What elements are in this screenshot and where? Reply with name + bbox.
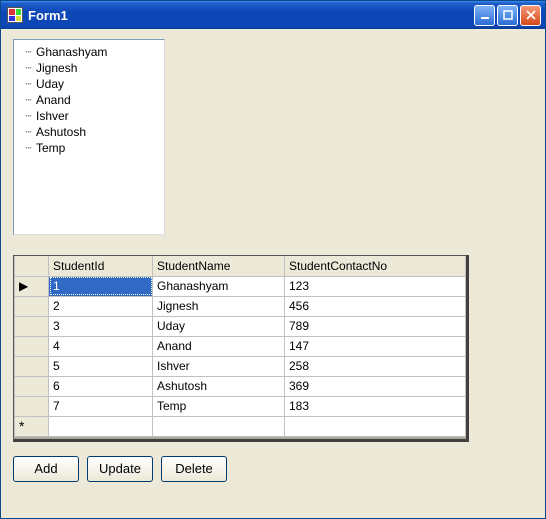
window-controls xyxy=(474,5,541,26)
cell-student-name[interactable]: Ishver xyxy=(153,356,285,376)
tree-item[interactable]: Ghanashyam xyxy=(16,44,162,60)
cell-contact[interactable]: 369 xyxy=(285,376,466,396)
cell-contact[interactable]: 147 xyxy=(285,336,466,356)
cell-contact[interactable]: 258 xyxy=(285,356,466,376)
data-grid[interactable]: StudentId StudentName StudentContactNo ▶… xyxy=(13,255,469,442)
minimize-button[interactable] xyxy=(474,5,495,26)
tree-node-icon xyxy=(20,63,36,74)
tree-item[interactable]: Uday xyxy=(16,76,162,92)
cell-contact[interactable]: 789 xyxy=(285,316,466,336)
delete-button[interactable]: Delete xyxy=(161,456,227,482)
cell-student-id[interactable]: 4 xyxy=(49,336,153,356)
client-area: GhanashyamJigneshUdayAnandIshverAshutosh… xyxy=(1,29,545,518)
tree-item[interactable]: Ishver xyxy=(16,108,162,124)
tree-node-icon xyxy=(20,127,36,138)
add-button[interactable]: Add xyxy=(13,456,79,482)
cell-student-name[interactable]: Ashutosh xyxy=(153,376,285,396)
tree-item-label: Temp xyxy=(36,141,65,155)
cell-student-id[interactable]: 1 xyxy=(49,276,153,296)
cell-student-id[interactable]: 3 xyxy=(49,316,153,336)
cell-student-id[interactable]: 6 xyxy=(49,376,153,396)
row-header[interactable] xyxy=(15,396,49,416)
cell-contact[interactable]: 123 xyxy=(285,276,466,296)
row-header[interactable] xyxy=(15,296,49,316)
tree-item[interactable]: Ashutosh xyxy=(16,124,162,140)
main-window: Form1 GhanashyamJigneshUdayAnandIshverAs… xyxy=(0,0,546,519)
row-header[interactable] xyxy=(15,336,49,356)
tree-node-icon xyxy=(20,47,36,58)
cell-contact[interactable]: 183 xyxy=(285,396,466,416)
table-row[interactable]: ▶1Ghanashyam123 xyxy=(15,276,466,296)
empty-cell[interactable] xyxy=(49,416,153,436)
tree-item-label: Uday xyxy=(36,77,64,91)
cell-student-name[interactable]: Anand xyxy=(153,336,285,356)
table-row[interactable]: 6Ashutosh369 xyxy=(15,376,466,396)
close-button[interactable] xyxy=(520,5,541,26)
new-row-indicator[interactable]: * xyxy=(15,416,49,436)
cell-student-name[interactable]: Temp xyxy=(153,396,285,416)
title-bar[interactable]: Form1 xyxy=(1,1,545,29)
button-row: Add Update Delete xyxy=(13,456,533,482)
empty-cell[interactable] xyxy=(285,416,466,436)
tree-item[interactable]: Anand xyxy=(16,92,162,108)
row-header[interactable] xyxy=(15,316,49,336)
tree-node-icon xyxy=(20,111,36,122)
tree-item-label: Ghanashyam xyxy=(36,45,107,59)
tree-item[interactable]: Temp xyxy=(16,140,162,156)
tree-item-label: Ashutosh xyxy=(36,125,86,139)
update-button[interactable]: Update xyxy=(87,456,153,482)
cell-student-name[interactable]: Jignesh xyxy=(153,296,285,316)
cell-student-name[interactable]: Uday xyxy=(153,316,285,336)
table-row[interactable]: 2Jignesh456 xyxy=(15,296,466,316)
column-header-contact[interactable]: StudentContactNo xyxy=(285,256,466,276)
grid-corner[interactable] xyxy=(15,256,49,276)
column-header-id[interactable]: StudentId xyxy=(49,256,153,276)
cell-student-id[interactable]: 5 xyxy=(49,356,153,376)
tree-item-label: Ishver xyxy=(36,109,69,123)
tree-item[interactable]: Jignesh xyxy=(16,60,162,76)
table-row[interactable]: 5Ishver258 xyxy=(15,356,466,376)
cell-student-id[interactable]: 7 xyxy=(49,396,153,416)
tree-view[interactable]: Ghanashyam Jignesh Uday Anand Ishver Ashutosh… xyxy=(13,39,165,235)
table-row[interactable]: 7Temp183 xyxy=(15,396,466,416)
cell-student-id[interactable]: 2 xyxy=(49,296,153,316)
cell-student-name[interactable]: Ghanashyam xyxy=(153,276,285,296)
tree-node-icon xyxy=(20,79,36,90)
table-row[interactable]: 3Uday789 xyxy=(15,316,466,336)
tree-node-icon xyxy=(20,143,36,154)
row-header[interactable]: ▶ xyxy=(15,276,49,296)
row-header[interactable] xyxy=(15,376,49,396)
table-row[interactable]: 4Anand147 xyxy=(15,336,466,356)
tree-node-icon xyxy=(20,95,36,106)
new-row[interactable]: * xyxy=(15,416,466,436)
column-header-name[interactable]: StudentName xyxy=(153,256,285,276)
empty-cell[interactable] xyxy=(153,416,285,436)
cell-contact[interactable]: 456 xyxy=(285,296,466,316)
row-header[interactable] xyxy=(15,356,49,376)
app-icon xyxy=(7,7,23,23)
tree-item-label: Jignesh xyxy=(36,61,77,75)
maximize-button[interactable] xyxy=(497,5,518,26)
window-title: Form1 xyxy=(28,8,474,23)
tree-item-label: Anand xyxy=(36,93,71,107)
